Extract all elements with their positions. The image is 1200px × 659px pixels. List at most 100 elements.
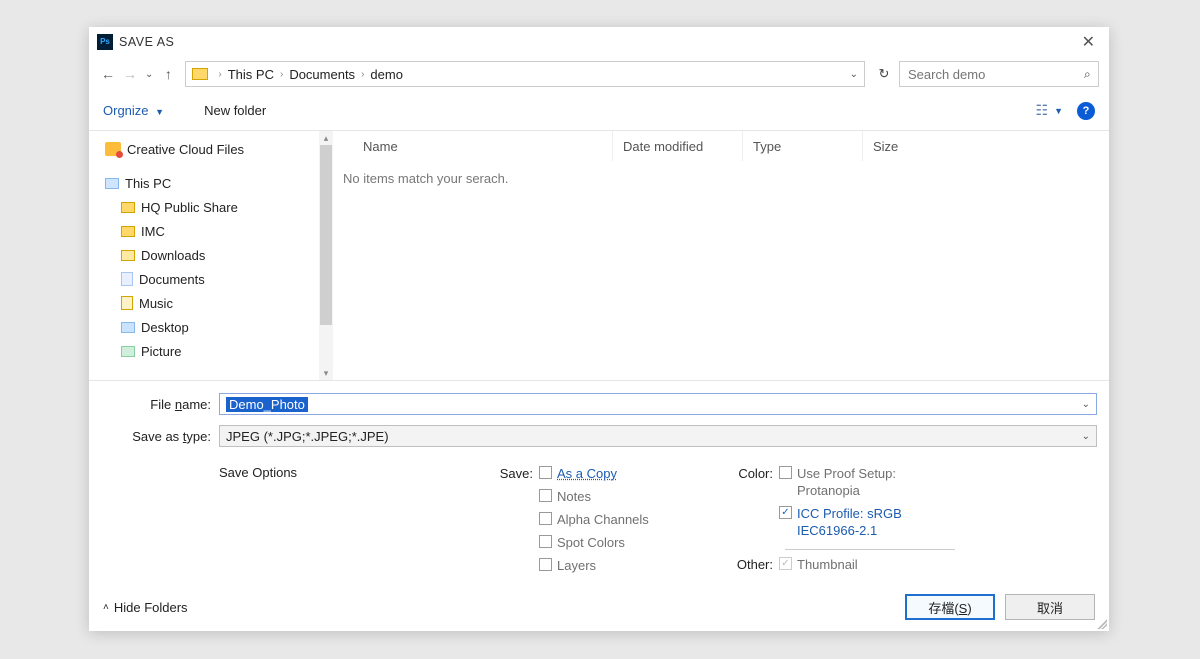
search-input[interactable] [908, 67, 1084, 82]
history-dropdown[interactable]: ⌄ [145, 69, 153, 80]
chevron-down-icon[interactable]: ⌄ [1082, 431, 1090, 442]
sidebar-item-label: Creative Cloud Files [127, 142, 244, 157]
list-view-icon: ☷ [1036, 102, 1049, 119]
downloads-icon [121, 250, 135, 261]
photoshop-icon: Ps [97, 34, 113, 50]
music-icon [121, 296, 133, 310]
column-size[interactable]: Size [863, 131, 953, 161]
save-type-row: Save as type: JPEG (*.JPG;*.JPEG;*.JPE) … [101, 423, 1097, 449]
notes-checkbox[interactable] [539, 489, 552, 502]
folder-icon [121, 226, 135, 237]
file-name-row: File name: Demo_Photo ⌄ [101, 391, 1097, 417]
chevron-down-icon[interactable]: ⌄ [1082, 399, 1090, 410]
column-type[interactable]: Type [743, 131, 863, 161]
help-button[interactable]: ? [1077, 102, 1095, 120]
doc-icon [121, 272, 133, 286]
sidebar-item-label: HQ Public Share [141, 200, 238, 215]
layers-label: Layers [557, 557, 596, 574]
chevron-up-icon: ˄ [103, 602, 109, 613]
thumbnail-checkbox[interactable]: ✓ [779, 557, 792, 570]
breadcrumb[interactable]: › This PC › Documents › demo ⌄ [185, 61, 865, 87]
sidebar-item-this-pc[interactable]: This PC [89, 171, 333, 195]
file-name-input[interactable]: Demo_Photo ⌄ [219, 393, 1097, 415]
breadcrumb-item[interactable]: This PC [228, 67, 274, 82]
hide-folders-toggle[interactable]: ˄ Hide Folders [103, 600, 188, 615]
sidebar-scrollbar[interactable]: ▴ ▾ [319, 131, 333, 380]
cloud-icon [105, 142, 121, 156]
pc-icon [105, 178, 119, 189]
sidebar-item-label: Picture [141, 344, 181, 359]
sidebar-item-downloads[interactable]: Downloads [89, 243, 333, 267]
scroll-up-icon[interactable]: ▴ [319, 131, 333, 145]
nav-row: ← → ⌄ ↑ › This PC › Documents › demo ⌄ ↻… [89, 57, 1109, 91]
as-a-copy-label: As a Copy [557, 465, 617, 482]
save-options: Save Options Save: As a Copy Notes Alpha… [89, 459, 1109, 580]
desktop-icon [121, 322, 135, 333]
forward-button[interactable]: → [121, 66, 139, 82]
breadcrumb-item[interactable]: Documents [289, 67, 355, 82]
file-list: Name Date modified Type Size No items ma… [333, 131, 1109, 380]
layers-checkbox[interactable] [539, 558, 552, 571]
file-name-value: Demo_Photo [226, 397, 308, 412]
caret-down-icon: ▼ [155, 107, 164, 117]
chevron-down-icon[interactable]: ⌄ [850, 69, 858, 80]
sidebar-item-creative-cloud[interactable]: Creative Cloud Files [89, 137, 333, 161]
column-name[interactable]: Name [333, 131, 613, 161]
save-type-select[interactable]: JPEG (*.JPG;*.JPEG;*.JPE) ⌄ [219, 425, 1097, 447]
sidebar-item-label: Documents [139, 272, 205, 287]
sidebar-item-hq-public[interactable]: HQ Public Share [89, 195, 333, 219]
close-button[interactable]: ✕ [1076, 32, 1101, 52]
alpha-checkbox[interactable] [539, 512, 552, 525]
scroll-down-icon[interactable]: ▾ [319, 366, 333, 380]
notes-label: Notes [557, 488, 591, 505]
search-box[interactable]: ⌕ [899, 61, 1099, 87]
scroll-thumb[interactable] [320, 145, 332, 325]
spot-label: Spot Colors [557, 534, 625, 551]
folder-icon [192, 68, 208, 80]
column-headers: Name Date modified Type Size [333, 131, 1109, 161]
sidebar-item-label: IMC [141, 224, 165, 239]
save-options-heading: Save Options [219, 465, 489, 480]
sidebar-item-label: Music [139, 296, 173, 311]
sidebar-item-documents[interactable]: Documents [89, 267, 333, 291]
up-button[interactable]: ↑ [159, 66, 177, 82]
resize-grip[interactable] [1095, 617, 1107, 629]
picture-icon [121, 346, 135, 357]
color-label: Color: [729, 465, 779, 482]
new-folder-button[interactable]: New folder [204, 103, 266, 118]
refresh-button[interactable]: ↻ [873, 66, 895, 82]
icc-profile-label: ICC Profile: sRGB IEC61966-2.1 [797, 505, 947, 539]
window-title: SAVE AS [119, 35, 174, 49]
sidebar-item-desktop[interactable]: Desktop [89, 315, 333, 339]
save-as-dialog: Ps SAVE AS ✕ ← → ⌄ ↑ › This PC › Documen… [89, 27, 1109, 631]
footer: ˄ Hide Folders 存檔(S) 取消 [89, 583, 1109, 631]
spot-checkbox[interactable] [539, 535, 552, 548]
column-date[interactable]: Date modified [613, 131, 743, 161]
icc-profile-checkbox[interactable]: ✓ [779, 506, 792, 519]
sidebar-item-imc[interactable]: IMC [89, 219, 333, 243]
sidebar: Creative Cloud Files This PC HQ Public S… [89, 131, 333, 380]
sidebar-item-music[interactable]: Music [89, 291, 333, 315]
cancel-button[interactable]: 取消 [1005, 594, 1095, 620]
alpha-label: Alpha Channels [557, 511, 649, 528]
use-proof-checkbox[interactable] [779, 466, 792, 479]
save-button[interactable]: 存檔(S) [905, 594, 995, 620]
other-label: Other: [729, 556, 779, 573]
organize-menu[interactable]: Orgnize ▼ [103, 103, 164, 118]
chevron-right-icon: › [280, 69, 283, 80]
organize-label: Orgnize [103, 103, 149, 118]
caret-down-icon: ▼ [1054, 106, 1063, 116]
hide-folders-label: Hide Folders [114, 600, 188, 615]
back-button[interactable]: ← [99, 66, 117, 82]
chevron-right-icon: › [218, 69, 221, 80]
view-menu[interactable]: ☷ ▼ [1036, 102, 1063, 119]
file-name-label: File name: [101, 397, 219, 412]
as-a-copy-checkbox[interactable] [539, 466, 552, 479]
sidebar-item-picture[interactable]: Picture [89, 339, 333, 363]
fields: File name: Demo_Photo ⌄ Save as type: JP… [89, 381, 1109, 459]
breadcrumb-item[interactable]: demo [370, 67, 403, 82]
folder-icon [121, 202, 135, 213]
sidebar-item-label: Desktop [141, 320, 189, 335]
empty-message: No items match your serach. [333, 161, 1109, 196]
chevron-right-icon: › [361, 69, 364, 80]
